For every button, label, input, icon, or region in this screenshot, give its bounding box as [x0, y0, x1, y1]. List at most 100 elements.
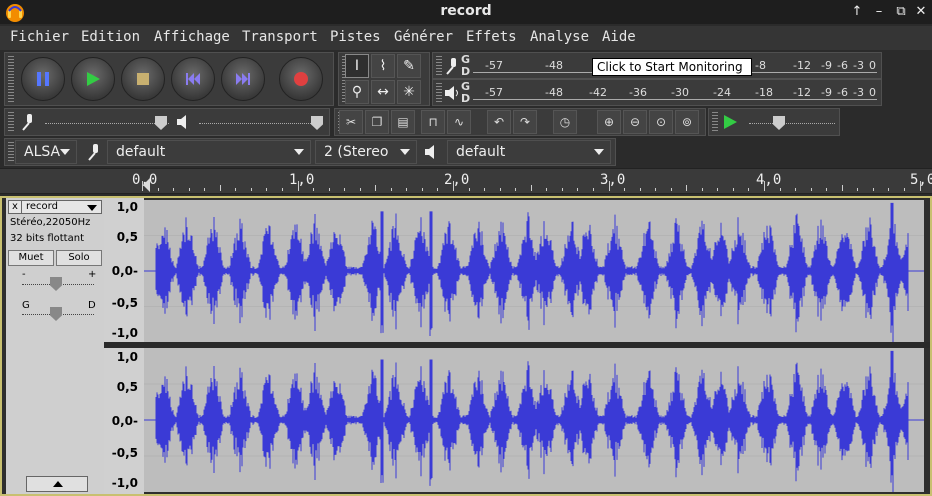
ruler-tick — [484, 188, 486, 191]
speed-slider[interactable] — [749, 123, 835, 125]
meter-tick: -42 — [589, 86, 607, 99]
collapse-track-button[interactable] — [26, 476, 88, 492]
timeline-ruler[interactable]: 0,0 1,0 2,0 3,0 4,0 5,0 — [0, 168, 932, 194]
draw-tool-icon[interactable]: ✎ — [397, 54, 421, 78]
stop-button[interactable] — [121, 57, 165, 101]
ruler-tick — [655, 188, 657, 191]
menu-aide[interactable]: Aide — [602, 29, 636, 45]
ruler-tick — [204, 188, 206, 191]
ruler-tick — [499, 188, 501, 191]
track-bit-depth: 32 bits flottant — [10, 233, 84, 244]
multi-tool-icon[interactable]: ✳ — [397, 80, 421, 104]
meter-tick: -12 — [793, 59, 811, 72]
meter-tick: -12 — [793, 86, 811, 99]
play-button[interactable] — [71, 57, 115, 101]
edit-toolbar: ✂ ❐ ▤ ⊓ ∿ ↶ ↷ ◷ ⊕ ⊖ ⊙ ⊚ — [334, 108, 706, 136]
gain-thumb[interactable] — [50, 277, 62, 291]
toolbar-grip[interactable] — [712, 112, 718, 132]
maximize-icon[interactable]: ⧉ — [892, 2, 910, 22]
sync-lock-icon[interactable]: ◷ — [553, 110, 577, 134]
ruler-label: 4,0 — [756, 172, 782, 188]
microphone-icon[interactable] — [443, 57, 461, 75]
amp-label: 0,0- — [111, 264, 138, 278]
record-button[interactable] — [279, 57, 323, 101]
speaker-icon[interactable] — [443, 84, 461, 102]
menu-bar: Fichier Edition Affichage Transport Pist… — [0, 26, 932, 50]
meter-tick: -9 — [821, 86, 832, 99]
meter-tick: -57 — [485, 59, 503, 72]
pause-button[interactable] — [21, 57, 65, 101]
silence-icon[interactable]: ∿ — [447, 110, 471, 134]
menu-affichage[interactable]: Affichage — [154, 29, 230, 45]
waveform-left-channel[interactable] — [144, 200, 924, 344]
playback-device-select[interactable]: default — [447, 140, 611, 164]
device-toolbar: ALSA default 2 (Stereo default — [4, 138, 616, 166]
track-close-button[interactable]: x — [9, 201, 22, 213]
paste-icon[interactable]: ▤ — [391, 110, 415, 134]
ruler-tick — [717, 188, 719, 191]
recording-device-select[interactable]: default — [107, 140, 311, 164]
track-panel: x record Stéréo,22050Hz 32 bits flottant… — [0, 196, 932, 496]
ruler-tick — [219, 185, 221, 191]
toolbar-grip[interactable] — [8, 142, 14, 162]
skip-end-button[interactable] — [221, 57, 265, 101]
ruler-tick — [188, 188, 190, 191]
copy-icon[interactable]: ❐ — [365, 110, 389, 134]
mixer-toolbar — [4, 108, 330, 136]
fit-project-icon[interactable]: ⊚ — [675, 110, 699, 134]
toolbar-grip[interactable] — [8, 112, 14, 132]
menu-pistes[interactable]: Pistes — [330, 29, 381, 45]
zoom-out-icon[interactable]: ⊖ — [623, 110, 647, 134]
toolbar-grip[interactable] — [436, 83, 442, 102]
ruler-tick — [841, 185, 843, 191]
menu-analyse[interactable]: Analyse — [530, 29, 589, 45]
chevron-down-icon — [294, 149, 304, 155]
monitoring-tooltip: Click to Start Monitoring — [592, 58, 752, 76]
solo-button[interactable]: Solo — [56, 250, 102, 266]
minimize-icon[interactable]: – — [870, 2, 888, 22]
chevron-down-icon — [87, 205, 97, 211]
selection-tool-icon[interactable]: I — [345, 54, 369, 78]
play-at-speed-icon[interactable] — [721, 113, 739, 131]
record-volume-slider[interactable] — [45, 123, 169, 125]
cut-icon[interactable]: ✂ — [339, 110, 363, 134]
menu-effets[interactable]: Effets — [466, 29, 517, 45]
waveform-right-channel[interactable] — [144, 348, 924, 494]
ruler-tick — [142, 181, 143, 191]
timeshift-tool-icon[interactable]: ↔ — [371, 80, 395, 104]
ruler-tick — [810, 188, 812, 191]
undo-icon[interactable]: ↶ — [487, 110, 511, 134]
menu-edition[interactable]: Edition — [81, 29, 140, 45]
fit-selection-icon[interactable]: ⊙ — [649, 110, 673, 134]
track-menu[interactable]: x record — [8, 200, 102, 214]
ruler-tick — [670, 188, 672, 191]
trim-icon[interactable]: ⊓ — [421, 110, 445, 134]
redo-icon[interactable]: ↷ — [513, 110, 537, 134]
host-select[interactable]: ALSA — [15, 140, 77, 164]
menu-generer[interactable]: Générer — [394, 29, 453, 45]
ruler-tick — [872, 188, 874, 191]
skip-start-button[interactable] — [171, 57, 215, 101]
play-volume-thumb[interactable] — [311, 116, 323, 130]
amp-label: 0,5 — [116, 230, 138, 244]
toolbar-grip[interactable] — [8, 56, 14, 102]
ruler-tick — [826, 188, 828, 191]
mute-button[interactable]: Muet — [8, 250, 54, 266]
channels-select[interactable]: 2 (Stereo — [315, 140, 417, 164]
keep-above-icon[interactable]: ↑ — [848, 2, 866, 22]
pan-thumb[interactable] — [50, 307, 62, 321]
ruler-tick — [406, 188, 408, 191]
speaker-icon — [177, 115, 186, 129]
speed-thumb[interactable] — [773, 116, 785, 130]
zoom-tool-icon[interactable]: ⚲ — [345, 80, 369, 104]
menu-transport[interactable]: Transport — [242, 29, 318, 45]
pan-right-label: D — [88, 300, 96, 311]
toolbar-grip[interactable] — [436, 56, 442, 75]
menu-fichier[interactable]: Fichier — [10, 29, 69, 45]
play-volume-slider[interactable] — [199, 123, 323, 125]
record-volume-thumb[interactable] — [155, 116, 167, 130]
ruler-tick — [686, 185, 688, 191]
zoom-in-icon[interactable]: ⊕ — [597, 110, 621, 134]
envelope-tool-icon[interactable]: ⌇ — [371, 54, 395, 78]
close-icon[interactable]: ✕ — [912, 2, 930, 22]
